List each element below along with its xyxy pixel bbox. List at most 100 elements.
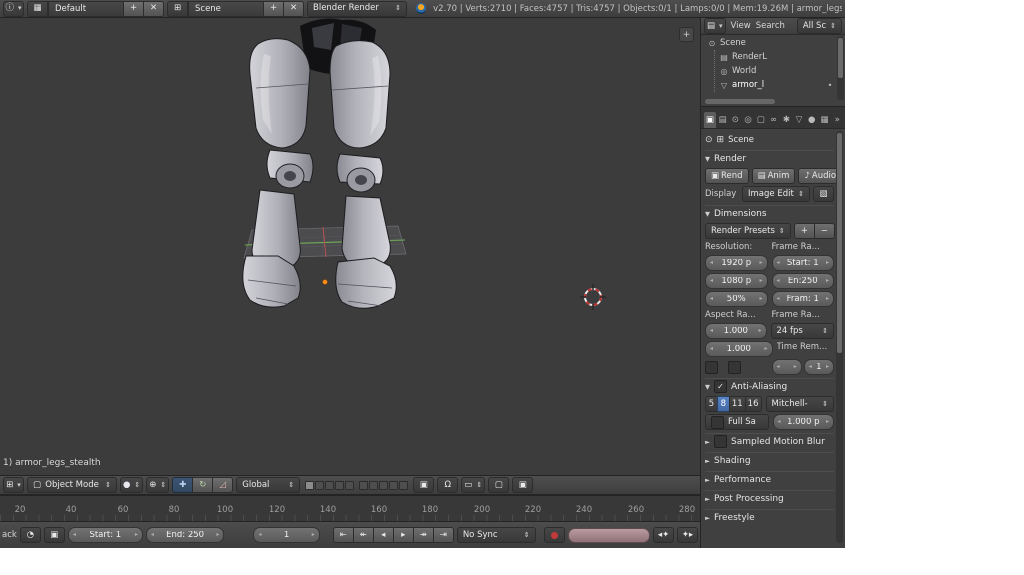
delete-screen-layout-button[interactable]: ✕	[143, 1, 164, 17]
rotate-manipulator-button[interactable]: ↻	[192, 477, 213, 493]
outliner-item-scene[interactable]: ⊙ Scene	[703, 36, 835, 50]
increment-arrow-icon[interactable]: ▸	[826, 419, 829, 425]
jump-to-start-button[interactable]: ⇤	[333, 527, 354, 543]
tab-constraints[interactable]: ∞	[768, 112, 780, 128]
layer-toggle[interactable]	[305, 481, 314, 490]
outliner-search-menu[interactable]: Search	[756, 21, 785, 31]
pin-icon[interactable]: ⊙	[705, 135, 713, 145]
layer-toggle[interactable]	[359, 481, 368, 490]
region-expand-button[interactable]: +	[679, 27, 694, 42]
increment-arrow-icon[interactable]: ▸	[759, 278, 762, 284]
jump-to-prev-keyframe-button[interactable]: ↞	[353, 527, 374, 543]
jump-to-end-button[interactable]: ⇥	[433, 527, 454, 543]
render-engine-dropdown[interactable]: Blender Render ⇕	[307, 1, 407, 17]
decrement-arrow-icon[interactable]: ◂	[809, 364, 812, 370]
layer-toggle[interactable]	[369, 481, 378, 490]
decrement-arrow-icon[interactable]: ◂	[73, 532, 76, 538]
viewport-3d[interactable]: 1) armor_legs_stealth +	[0, 18, 700, 475]
full-sample-checkbox[interactable]	[711, 416, 724, 429]
increment-arrow-icon[interactable]: ▸	[764, 346, 767, 352]
render-presets-dropdown[interactable]: Render Presets ⇕	[705, 223, 791, 239]
increment-arrow-icon[interactable]: ▸	[826, 278, 829, 284]
aspect-x-field[interactable]: ◂ 1.000 ▸	[705, 323, 767, 339]
frame-end-field-props[interactable]: ◂ En:250 ▸	[772, 273, 835, 289]
decrement-arrow-icon[interactable]: ◂	[710, 328, 713, 334]
outliner-vertical-scrollbar[interactable]	[837, 36, 844, 100]
layer-toggle[interactable]	[379, 481, 388, 490]
freestyle-panel-header[interactable]: ► Freestyle	[705, 509, 834, 525]
frame-start-field-props[interactable]: ◂ Start: 1 ▸	[772, 255, 835, 271]
border-checkbox[interactable]	[705, 361, 718, 374]
resolution-x-field[interactable]: ◂ 1920 p ▸	[705, 255, 768, 271]
translate-manipulator-button[interactable]: ✚	[172, 477, 193, 493]
add-screen-layout-button[interactable]: +	[123, 1, 144, 17]
frame-end-field[interactable]: ◂ End: 250 ▸	[146, 527, 224, 543]
increment-arrow-icon[interactable]: ▸	[826, 364, 829, 370]
sampled-motion-blur-checkbox[interactable]	[714, 435, 727, 448]
decrement-arrow-icon[interactable]: ◂	[777, 296, 780, 302]
viewport-shading-dropdown[interactable]: ● ⇕	[120, 477, 143, 493]
decrement-arrow-icon[interactable]: ◂	[710, 346, 713, 352]
tab-world[interactable]: ◎	[742, 112, 754, 128]
render-panel-header[interactable]: ▼ Render	[705, 150, 834, 166]
full-sample-toggle[interactable]: Full Sa	[705, 414, 769, 430]
decrement-arrow-icon[interactable]: ◂	[710, 260, 713, 266]
increment-arrow-icon[interactable]: ▸	[759, 296, 762, 302]
frame-start-field[interactable]: ◂ Start: 1 ▸	[68, 527, 143, 543]
decrement-arrow-icon[interactable]: ◂	[778, 419, 781, 425]
anti-aliasing-panel-header[interactable]: ▼ ✓ Anti-Aliasing	[705, 378, 834, 394]
armor-legs-model[interactable]	[230, 18, 420, 318]
play-reverse-button[interactable]: ◂	[373, 527, 394, 543]
preview-range-toggle[interactable]: ◔	[20, 527, 41, 543]
aa-filter-size-field[interactable]: ◂ 1.000 p ▸	[773, 414, 835, 430]
tab-scene[interactable]: ⊙	[729, 112, 741, 128]
remove-preset-button[interactable]: −	[814, 223, 835, 239]
outliner-horizontal-scrollbar[interactable]	[705, 99, 775, 104]
crop-checkbox[interactable]	[728, 361, 741, 374]
lock-to-scene-button[interactable]: ▣	[413, 477, 434, 493]
outliner-display-mode-dropdown[interactable]: All Sc ⇕	[797, 18, 842, 34]
transform-orientation-dropdown[interactable]: Global ⇕	[236, 477, 300, 493]
resolution-y-field[interactable]: ◂ 1080 p ▸	[705, 273, 768, 289]
layer-toggle[interactable]	[389, 481, 398, 490]
tab-object-data[interactable]: ▽	[793, 112, 805, 128]
tabs-overflow-chevron-icon[interactable]: »	[831, 112, 843, 128]
screen-layout-browse-button[interactable]: ▦	[27, 1, 48, 17]
snap-toggle-button[interactable]: Ω	[437, 477, 458, 493]
layer-toggle[interactable]	[315, 481, 324, 490]
increment-arrow-icon[interactable]: ▸	[758, 328, 761, 334]
editor-type-button-3dview[interactable]: ⊞ ▾	[3, 477, 24, 493]
tab-render[interactable]: ▣	[704, 112, 716, 128]
snap-element-dropdown[interactable]: ▭ ⇕	[461, 477, 485, 493]
lock-time-button[interactable]: ▣	[44, 527, 65, 543]
delete-scene-button[interactable]: ✕	[283, 1, 304, 17]
current-frame-field[interactable]: ◂ 1 ▸	[253, 527, 319, 543]
keying-set-field[interactable]	[568, 528, 650, 543]
delete-keyframe-button[interactable]: ✦▸	[677, 527, 698, 543]
render-animation-button[interactable]: ▤ Anim	[752, 168, 796, 184]
properties-vertical-scrollbar[interactable]	[836, 131, 843, 543]
scrollbar-thumb[interactable]	[838, 38, 843, 78]
decrement-arrow-icon[interactable]: ◂	[151, 532, 154, 538]
render-still-button[interactable]: ▣ Rend	[705, 168, 749, 184]
increment-arrow-icon[interactable]: ▸	[312, 532, 315, 538]
decrement-arrow-icon[interactable]: ◂	[777, 260, 780, 266]
scale-manipulator-button[interactable]: ◿	[212, 477, 233, 493]
timeline-ruler[interactable]: 20 40 60 80 100 120 140 160 180 200 220 …	[0, 495, 700, 521]
tab-material[interactable]: ●	[806, 112, 818, 128]
pivot-point-dropdown[interactable]: ⊕ ⇕	[146, 477, 169, 493]
increment-arrow-icon[interactable]: ▸	[135, 532, 138, 538]
insert-keyframe-button[interactable]: ◂✦	[653, 527, 674, 543]
add-scene-button[interactable]: +	[263, 1, 284, 17]
layer-toggle[interactable]	[345, 481, 354, 490]
aspect-y-field[interactable]: ◂ 1.000 ▸	[705, 341, 773, 357]
increment-arrow-icon[interactable]: ▸	[794, 364, 797, 370]
frame-rate-dropdown[interactable]: 24 fps ⇕	[771, 323, 835, 339]
layer-toggle[interactable]	[325, 481, 334, 490]
display-image-button[interactable]: ▧	[813, 186, 834, 202]
screen-layout-name[interactable]: Default	[48, 1, 124, 17]
editor-type-button[interactable]: ⓘ ▾	[3, 1, 24, 17]
opengl-render-anim-button[interactable]: ▣	[512, 477, 533, 493]
increment-arrow-icon[interactable]: ▸	[216, 532, 219, 538]
post-processing-panel-header[interactable]: ► Post Processing	[705, 490, 834, 506]
